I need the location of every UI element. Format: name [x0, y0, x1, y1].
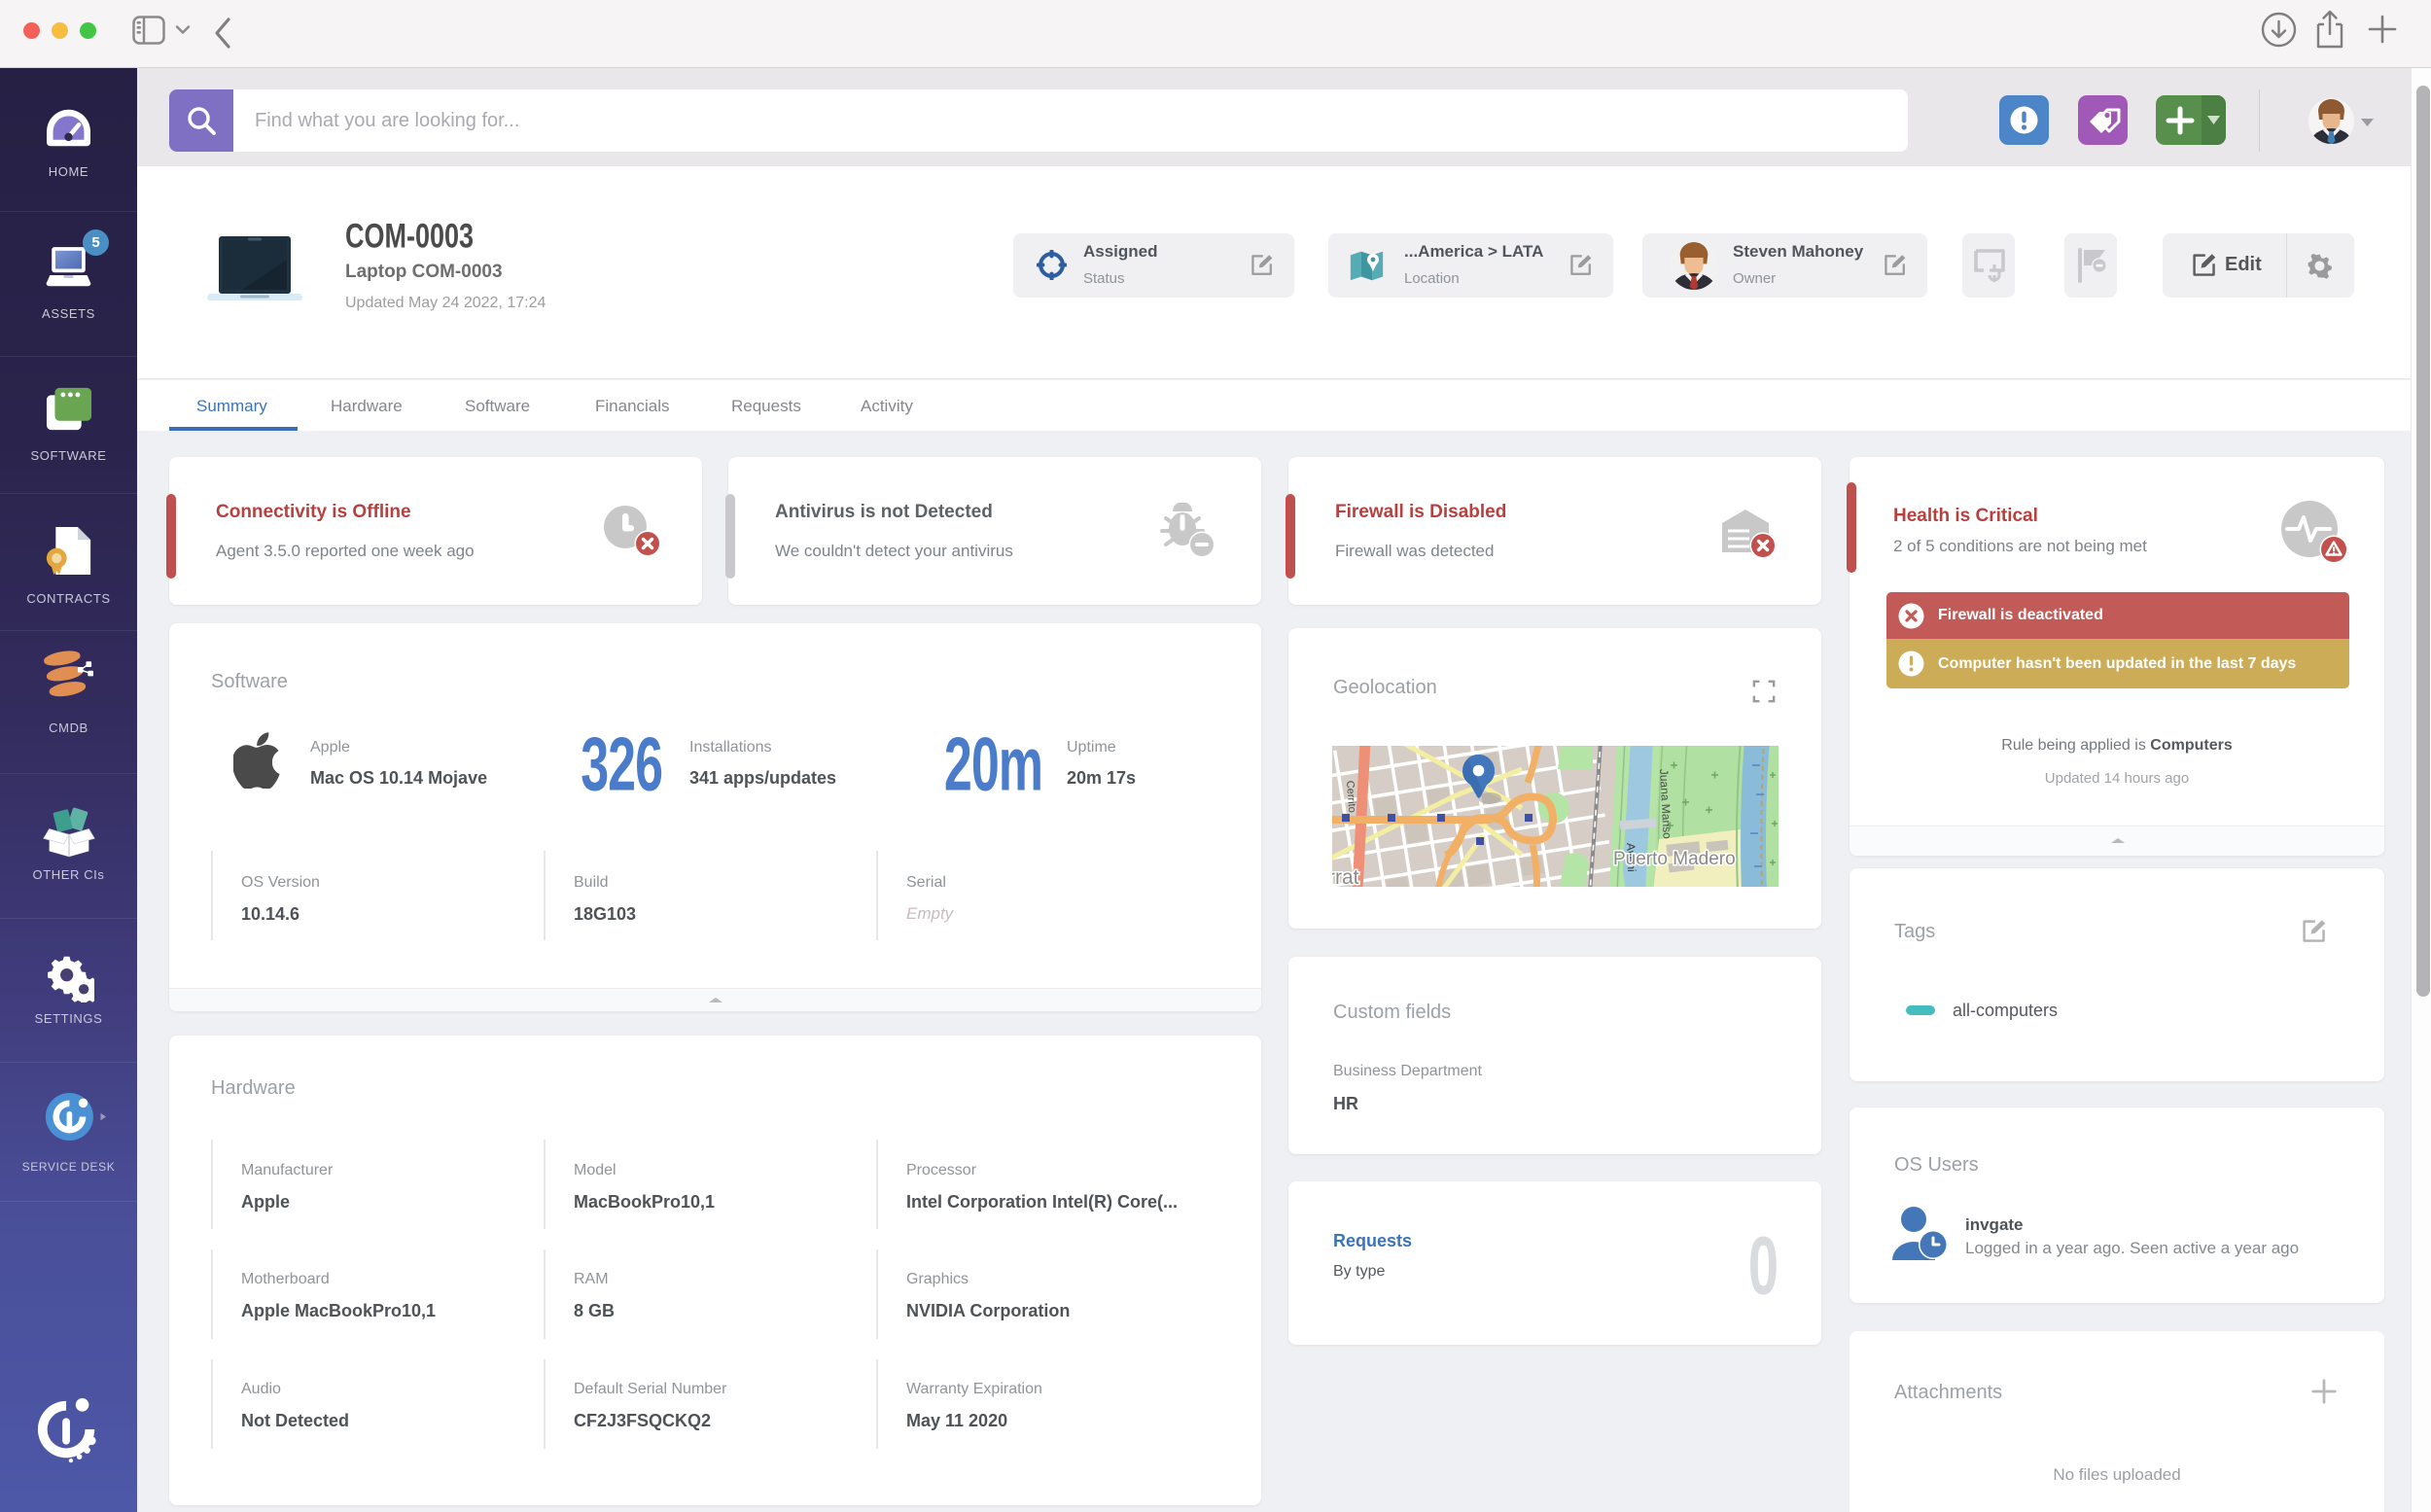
svg-text:Puerto Madero: Puerto Madero: [1613, 849, 1736, 869]
svg-text:Cerrito: Cerrito: [1344, 780, 1357, 813]
svg-text:rrat: rrat: [1332, 866, 1359, 887]
